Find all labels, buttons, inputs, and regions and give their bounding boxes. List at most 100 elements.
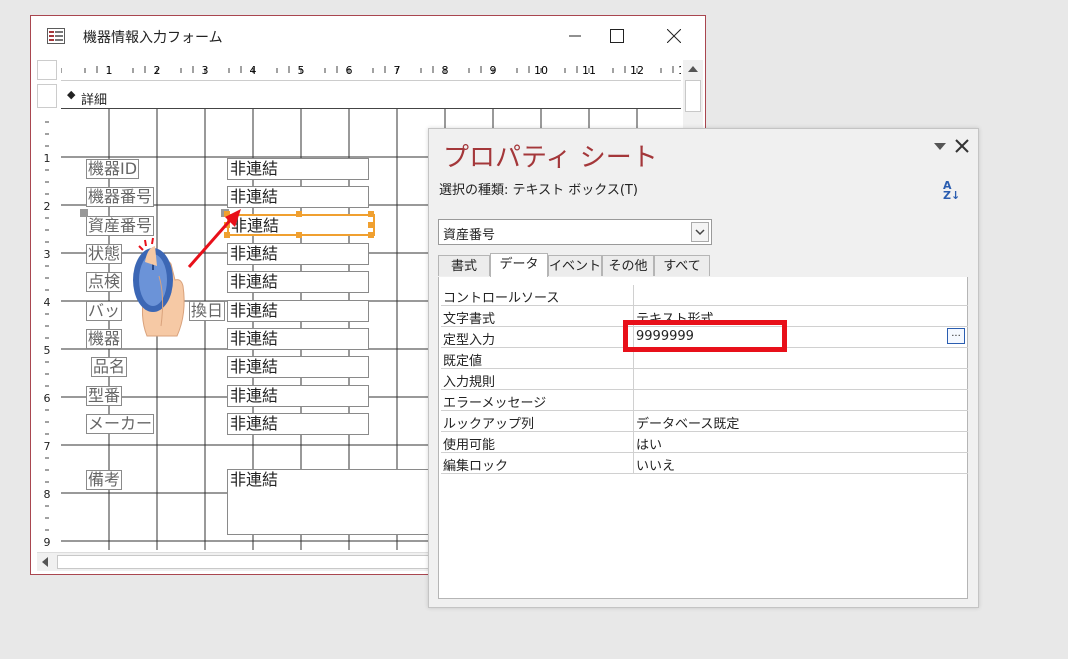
vruler-label: 6 bbox=[44, 392, 51, 405]
label-battery[interactable]: バッ bbox=[86, 301, 123, 321]
label-device-id[interactable]: 機器ID bbox=[86, 159, 140, 179]
ruler-label: 10 bbox=[534, 64, 548, 77]
label-asset-number[interactable]: 資産番号 bbox=[86, 216, 155, 236]
vruler-label: 3 bbox=[44, 248, 51, 261]
sort-az-icon[interactable]: A Z↓ bbox=[943, 180, 960, 201]
vruler-label: 8 bbox=[44, 488, 51, 501]
tab-format[interactable]: 書式 bbox=[438, 255, 490, 276]
property-name: 既定値 bbox=[443, 354, 483, 369]
label-model-number[interactable]: 型番 bbox=[86, 386, 123, 406]
property-row[interactable]: 編集ロック いいえ bbox=[441, 453, 968, 474]
scroll-left-icon bbox=[42, 557, 48, 567]
property-row[interactable]: エラーメッセージ bbox=[441, 390, 968, 411]
maximize-button[interactable] bbox=[593, 16, 641, 56]
textbox-device-number[interactable]: 非連結 bbox=[227, 186, 369, 208]
tab-all[interactable]: すべて bbox=[654, 255, 710, 276]
ruler-label: 9 bbox=[490, 64, 497, 77]
ruler-label: 5 bbox=[298, 64, 305, 77]
tab-data[interactable]: データ bbox=[490, 253, 548, 278]
textbox-battery[interactable]: 非連結 bbox=[227, 300, 369, 322]
resize-handle-tr[interactable] bbox=[368, 211, 374, 217]
property-tabs: 書式 データ イベント その他 すべて bbox=[438, 253, 968, 278]
ruler-label: 11 bbox=[582, 64, 596, 77]
property-name: エラーメッセージ bbox=[443, 396, 547, 411]
resize-handle-r[interactable] bbox=[368, 222, 374, 228]
vruler-label: 9 bbox=[44, 536, 51, 549]
pane-close-icon[interactable] bbox=[955, 139, 969, 153]
property-value[interactable]: いいえ bbox=[636, 455, 675, 474]
property-name: 文字書式 bbox=[443, 312, 496, 327]
label-remarks[interactable]: 備考 bbox=[86, 470, 123, 490]
ruler-label: 2 bbox=[154, 64, 161, 77]
builder-button[interactable]: ... bbox=[947, 328, 965, 344]
ruler-corner-selector[interactable] bbox=[37, 60, 57, 80]
textbox-inspection[interactable]: 非連結 bbox=[227, 271, 369, 293]
object-selector-value: 資産番号 bbox=[443, 228, 496, 243]
property-row[interactable]: ルックアップ列 データベース既定 bbox=[441, 411, 968, 432]
scroll-up-icon bbox=[688, 66, 698, 72]
tab-event[interactable]: イベント bbox=[548, 255, 602, 276]
property-row[interactable]: コントロールソース bbox=[441, 285, 968, 306]
label-device-number[interactable]: 機器番号 bbox=[86, 187, 155, 207]
object-selector-dropdown[interactable]: 資産番号 bbox=[438, 219, 712, 245]
section-marker-icon: ◆ bbox=[67, 88, 76, 101]
horizontal-ruler[interactable]: 12345678910111213 bbox=[61, 60, 681, 81]
property-row[interactable]: 使用可能 はい bbox=[441, 432, 968, 453]
property-name: コントロールソース bbox=[443, 291, 560, 306]
label-status[interactable]: 状態 bbox=[86, 244, 123, 264]
property-name: 使用可能 bbox=[443, 438, 496, 453]
textbox-remarks[interactable]: 非連結 bbox=[227, 469, 433, 535]
ruler-label: 1 bbox=[106, 64, 113, 77]
property-name: 編集ロック bbox=[443, 459, 509, 474]
textbox-device[interactable]: 非連結 bbox=[227, 328, 369, 350]
ruler-label: 7 bbox=[394, 64, 401, 77]
label-move-handle[interactable] bbox=[80, 209, 88, 217]
red-arrow-icon bbox=[187, 209, 241, 268]
textbox-device-id[interactable]: 非連結 bbox=[227, 158, 369, 180]
label-product-name[interactable]: 品名 bbox=[91, 357, 128, 377]
resize-handle-b[interactable] bbox=[296, 232, 302, 238]
highlight-frame bbox=[623, 320, 787, 352]
label-maker[interactable]: メーカー bbox=[86, 414, 155, 434]
ruler-label: 6 bbox=[346, 64, 353, 77]
vertical-ruler[interactable]: 1 2 3 4 5 6 7 8 9 bbox=[37, 110, 57, 550]
form-icon bbox=[47, 28, 65, 44]
detail-section-header[interactable]: ◆ 詳細 bbox=[61, 86, 681, 109]
ruler-label: 3 bbox=[202, 64, 209, 77]
pane-menu-dropdown-icon[interactable] bbox=[933, 141, 947, 151]
section-selector[interactable] bbox=[37, 84, 57, 108]
vertical-ruler-ticks: 1 2 3 4 5 6 7 8 9 bbox=[41, 121, 53, 549]
resize-handle-br[interactable] bbox=[368, 232, 374, 238]
ruler-label: 4 bbox=[250, 64, 257, 77]
property-name: 入力規則 bbox=[443, 375, 496, 390]
title-bar[interactable]: 機器情報入力フォーム bbox=[31, 16, 705, 56]
textbox-maker[interactable]: 非連結 bbox=[227, 413, 369, 435]
ruler-label: 13 bbox=[678, 64, 681, 77]
tab-other[interactable]: その他 bbox=[602, 255, 654, 276]
vruler-label: 4 bbox=[44, 296, 51, 309]
label-battery-tail[interactable]: 換日 bbox=[189, 301, 226, 321]
window-title: 機器情報入力フォーム bbox=[83, 30, 223, 46]
minimize-icon bbox=[569, 35, 581, 37]
resize-handle-t[interactable] bbox=[296, 211, 302, 217]
vruler-label: 5 bbox=[44, 344, 51, 357]
section-label: 詳細 bbox=[81, 93, 108, 108]
property-name: ルックアップ列 bbox=[443, 417, 535, 432]
maximize-icon bbox=[610, 29, 624, 43]
label-device[interactable]: 機器 bbox=[86, 329, 123, 349]
textbox-status[interactable]: 非連結 bbox=[227, 243, 369, 265]
vruler-label: 2 bbox=[44, 200, 51, 213]
label-inspection[interactable]: 点検 bbox=[86, 272, 123, 292]
ruler-label: 12 bbox=[630, 64, 644, 77]
property-row[interactable]: 入力規則 bbox=[441, 369, 968, 390]
close-button[interactable] bbox=[650, 16, 698, 56]
dropdown-button[interactable] bbox=[691, 222, 709, 242]
textbox-product-name[interactable]: 非連結 bbox=[227, 356, 369, 378]
minimize-button[interactable] bbox=[551, 16, 599, 56]
selection-type-label: 選択の種類: テキスト ボックス(T) bbox=[439, 183, 638, 198]
textbox-model-number[interactable]: 非連結 bbox=[227, 385, 369, 407]
mouse-click-illustration-icon bbox=[133, 237, 185, 337]
property-value[interactable]: はい bbox=[636, 434, 662, 453]
vertical-scroll-thumb[interactable] bbox=[685, 80, 701, 112]
property-value[interactable]: データベース既定 bbox=[636, 413, 739, 432]
